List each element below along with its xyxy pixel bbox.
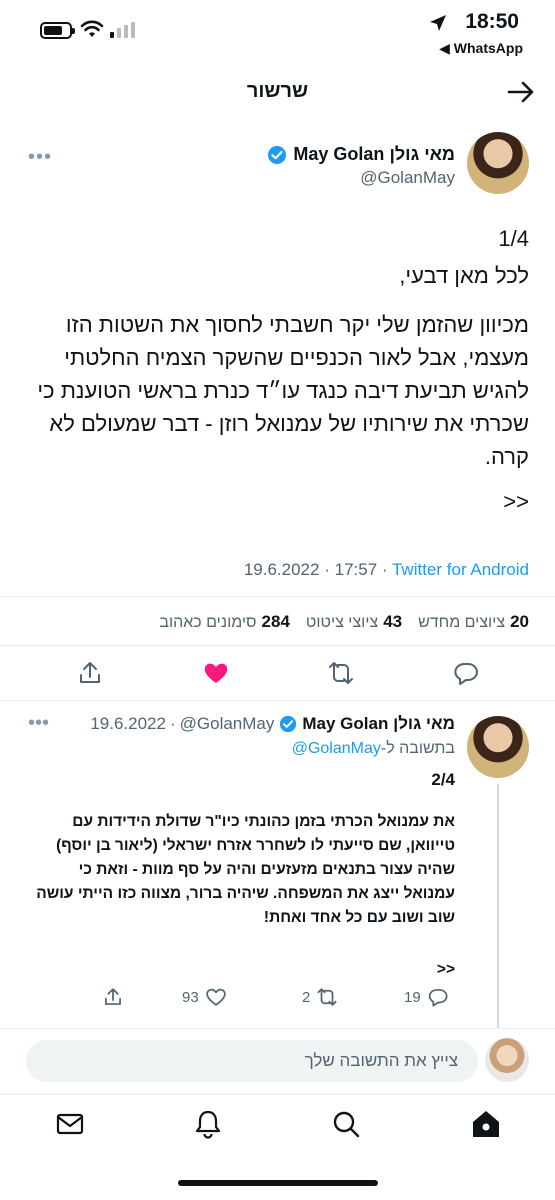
tweet-continuation: >> bbox=[503, 489, 529, 514]
reply-continuation: >> bbox=[436, 961, 455, 978]
back-app-label: WhatsApp bbox=[453, 40, 523, 56]
reply-share-button[interactable] bbox=[102, 986, 124, 1008]
battery-icon bbox=[40, 22, 75, 39]
reply-author-row[interactable]: מאי גולן May Golan @GolanMay · 19.6.2022 bbox=[90, 714, 455, 734]
replying-to: בתשובה ל-@GolanMay bbox=[292, 740, 455, 758]
like-heart-icon[interactable] bbox=[202, 659, 230, 687]
reply-author-handle: @GolanMay bbox=[179, 714, 275, 733]
verified-badge-icon bbox=[268, 145, 287, 164]
tweet-greeting: לכל מאן דבעי, bbox=[399, 263, 529, 288]
status-bar: 18:50 ◀ WhatsApp bbox=[0, 0, 555, 62]
user-avatar[interactable] bbox=[485, 1038, 529, 1082]
divider bbox=[0, 596, 555, 597]
reply-actions: 93 2 19 bbox=[0, 984, 555, 1010]
tweet-actions bbox=[0, 655, 555, 691]
reply-icon[interactable] bbox=[452, 659, 480, 687]
reply-author-avatar[interactable] bbox=[467, 716, 529, 778]
more-options-icon[interactable]: ••• bbox=[28, 712, 49, 735]
reply-separator: · bbox=[169, 714, 176, 733]
compose-placeholder: צייץ את התשובה שלך bbox=[304, 1051, 458, 1070]
page-title: שרשור bbox=[246, 80, 309, 102]
replying-to-handle[interactable]: @GolanMay bbox=[292, 740, 381, 757]
replying-prefix: בתשובה ל- bbox=[380, 740, 455, 757]
reply-author-name: מאי גולן May Golan bbox=[302, 714, 455, 733]
thread-number: 1/4 bbox=[498, 226, 529, 251]
divider bbox=[0, 700, 555, 701]
reply-likes-count: 93 bbox=[182, 988, 199, 1006]
author-name-row[interactable]: מאי גולן May Golan bbox=[261, 144, 455, 165]
tweet-stats: 20ציוצים מחדש 43ציוצי ציטוט 284סימונים כ… bbox=[159, 612, 529, 632]
location-arrow-icon bbox=[430, 15, 446, 31]
thread-header: שרשור bbox=[0, 70, 555, 114]
divider bbox=[0, 1094, 555, 1095]
author-name: מאי גולן May Golan bbox=[293, 144, 455, 164]
divider bbox=[0, 1028, 555, 1029]
arrow-right-icon[interactable] bbox=[505, 76, 537, 108]
thread-number: 2/4 bbox=[431, 770, 455, 789]
share-icon bbox=[105, 988, 121, 1005]
more-options-icon[interactable]: ••• bbox=[28, 146, 52, 169]
back-to-app-link[interactable]: ◀ WhatsApp bbox=[439, 40, 523, 57]
likes-count: 284 bbox=[261, 612, 290, 631]
home-indicator bbox=[178, 1180, 378, 1186]
tweet-text: 1/4 לכל מאן דבעי, מכיוון שהזמן שלי יקר ח… bbox=[24, 222, 529, 518]
wifi-icon bbox=[80, 20, 104, 37]
reply-reply-button[interactable]: 19 bbox=[404, 986, 449, 1008]
tweet-time: 17:57 bbox=[334, 560, 378, 579]
retweets-count: 20 bbox=[510, 612, 529, 631]
reply-date: 19.6.2022 bbox=[90, 714, 166, 733]
reply-compose-input[interactable]: צייץ את התשובה שלך bbox=[26, 1040, 478, 1082]
retweet-icon[interactable] bbox=[327, 659, 355, 687]
clock-time: 18:50 bbox=[465, 10, 519, 33]
reply-like-button[interactable]: 93 bbox=[182, 986, 227, 1008]
likes-label: סימונים כאהוב bbox=[159, 614, 257, 631]
reply-retweet-button[interactable]: 2 bbox=[302, 986, 338, 1008]
home-icon[interactable] bbox=[470, 1108, 502, 1140]
meta-separator: · bbox=[381, 560, 388, 579]
reply-icon bbox=[428, 989, 448, 1007]
notifications-bell-icon[interactable] bbox=[192, 1108, 224, 1140]
heart-outline-icon bbox=[206, 988, 226, 1006]
meta-separator: · bbox=[324, 560, 330, 579]
tweet-paragraph: מכיוון שהזמן שלי יקר חשבתי לחסוך את השטו… bbox=[37, 312, 529, 469]
tweet-meta: 19.6.2022 · 17:57 · Twitter for Android bbox=[244, 560, 529, 580]
quotes-stat[interactable]: 43ציוצי ציטוט bbox=[306, 612, 402, 632]
divider bbox=[0, 645, 555, 646]
author-avatar[interactable] bbox=[467, 132, 529, 194]
messages-envelope-icon[interactable] bbox=[54, 1108, 86, 1140]
tweet-source-link[interactable]: Twitter for Android bbox=[392, 560, 529, 579]
retweets-label: ציוצים מחדש bbox=[418, 614, 506, 631]
quotes-label: ציוצי ציטוט bbox=[305, 614, 379, 631]
reply-paragraph: את עמנואל הכרתי בזמן כהונתי כיו"ר שדולת … bbox=[36, 813, 455, 926]
reply-replies-count: 19 bbox=[404, 988, 421, 1006]
share-icon[interactable] bbox=[76, 659, 104, 687]
bottom-nav bbox=[0, 1104, 555, 1144]
reply-retweets-count: 2 bbox=[302, 988, 311, 1006]
search-icon[interactable] bbox=[330, 1108, 362, 1140]
tweet-date: 19.6.2022 bbox=[243, 560, 320, 579]
retweet-icon bbox=[317, 988, 337, 1006]
signal-icon bbox=[110, 22, 135, 38]
reply-tweet-text[interactable]: 2/4 את עמנואל הכרתי בזמן כהונתי כיו"ר שד… bbox=[35, 768, 455, 982]
verified-badge-icon bbox=[280, 715, 297, 733]
quotes-count: 43 bbox=[383, 612, 403, 631]
retweets-stat[interactable]: 20ציוצים מחדש bbox=[418, 612, 529, 632]
author-handle[interactable]: @GolanMay bbox=[360, 168, 455, 188]
likes-stat[interactable]: 284סימונים כאהוב bbox=[159, 612, 290, 632]
